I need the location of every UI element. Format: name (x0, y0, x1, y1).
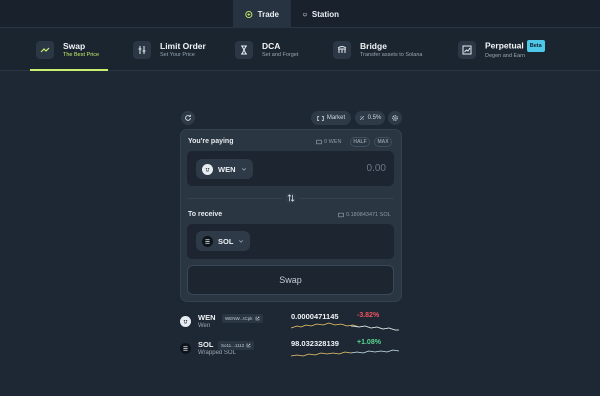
wen-token-icon (180, 316, 191, 327)
sol-address: So11...1112 (221, 343, 245, 348)
nav-item-limit-order-subtitle: Set Your Price (160, 51, 195, 58)
top-bar: Trade Station (0, 0, 600, 28)
market-label: Market (326, 115, 346, 121)
nav-item-swap-subtitle: The Best Price (63, 51, 100, 58)
wen-address: WENW...tCpk (225, 316, 253, 321)
tab-station-label: Station (311, 9, 339, 19)
paying-balance-value: 0 WEN (324, 139, 342, 145)
switch-direction-button[interactable] (283, 190, 299, 206)
product-nav: Swap The Best Price Limit Order Set Your… (0, 28, 600, 71)
hourglass-icon (235, 40, 253, 59)
nav-item-bridge[interactable]: Bridge Transfer assets to Solana (333, 28, 422, 71)
amount-input[interactable]: 0.00 (330, 163, 386, 174)
slippage-label: 0.5% (367, 115, 382, 121)
nav-item-swap-title: Swap (63, 40, 86, 51)
wen-change: -3.82% (357, 312, 380, 319)
wen-name: Wen (198, 323, 211, 329)
slippage-icon (359, 115, 364, 121)
tab-station[interactable]: Station (291, 0, 351, 28)
refresh-icon (185, 114, 191, 121)
tab-trade-label: Trade (257, 9, 279, 19)
limit-order-icon (133, 40, 151, 59)
sol-price: 98.032328139 (291, 339, 339, 348)
market-icon (317, 115, 324, 121)
market-button[interactable]: Market (311, 111, 351, 125)
slippage-button[interactable]: 0.5% (355, 111, 385, 125)
nav-item-perpetual-subtitle: Degen and Earn (485, 52, 526, 59)
sol-address-link[interactable]: So11...1112 (218, 341, 255, 350)
nav-item-dca-title: DCA (262, 40, 281, 51)
gear-icon (392, 115, 398, 121)
nav-item-swap[interactable]: Swap The Best Price (36, 28, 99, 71)
wen-address-link[interactable]: WENW...tCpk (222, 314, 263, 323)
external-link-icon (255, 316, 259, 321)
bridge-icon (333, 40, 351, 59)
from-token-symbol: WEN (218, 164, 236, 174)
to-token-symbol: SOL (218, 236, 234, 246)
nav-item-dca-subtitle: Set and Forget (262, 51, 299, 58)
refresh-button[interactable] (181, 111, 195, 125)
from-token-selector[interactable]: WEN (196, 159, 253, 179)
perpetual-icon (458, 40, 476, 59)
sol-name: Wrapped SOL (198, 350, 236, 356)
wen-symbol: WEN (198, 313, 216, 322)
nav-item-perpetual[interactable]: Perpetual Beta Degen and Earn (458, 28, 545, 71)
external-link-icon (246, 343, 251, 348)
swap-icon (36, 40, 54, 59)
sol-token-icon (202, 235, 213, 247)
paying-label: You're paying (188, 138, 234, 145)
wallet-icon (338, 212, 344, 218)
active-nav-underline (30, 69, 108, 71)
swap-arrows-icon (287, 194, 295, 202)
sol-symbol: SOL (198, 340, 214, 349)
sol-change: +1.08% (357, 339, 381, 346)
paying-balance: 0 WEN (316, 139, 341, 145)
receive-balance-value: 0.189843471 SOL (346, 212, 391, 218)
half-button[interactable]: HALF (350, 137, 370, 147)
sol-token-icon (180, 343, 191, 354)
chevron-down-icon (239, 240, 244, 243)
max-button[interactable]: MAX (374, 137, 392, 147)
wen-token-icon (202, 163, 213, 175)
nav-item-dca[interactable]: DCA Set and Forget (235, 28, 298, 71)
wen-sparkline (291, 322, 399, 331)
wallet-icon (316, 139, 322, 145)
nav-item-bridge-subtitle: Transfer assets to Solana (360, 51, 423, 58)
nav-item-perpetual-title: Perpetual (485, 39, 524, 50)
trade-icon (245, 10, 253, 18)
receive-label: To receive (188, 211, 223, 218)
chevron-down-icon (241, 168, 246, 171)
to-token-selector[interactable]: SOL (196, 231, 251, 251)
settings-button[interactable] (388, 111, 402, 125)
receive-balance: 0.189843471 SOL (338, 212, 391, 218)
station-icon (303, 12, 307, 16)
nav-item-limit-order[interactable]: Limit Order Set Your Price (133, 28, 206, 71)
beta-badge: Beta (526, 39, 545, 52)
sol-sparkline (291, 349, 399, 357)
tab-trade[interactable]: Trade (233, 0, 291, 28)
wen-price: 0.0000471145 (291, 312, 339, 321)
nav-item-limit-order-title: Limit Order (160, 40, 206, 51)
nav-item-bridge-title: Bridge (360, 40, 387, 51)
swap-button[interactable]: Swap (187, 265, 394, 295)
